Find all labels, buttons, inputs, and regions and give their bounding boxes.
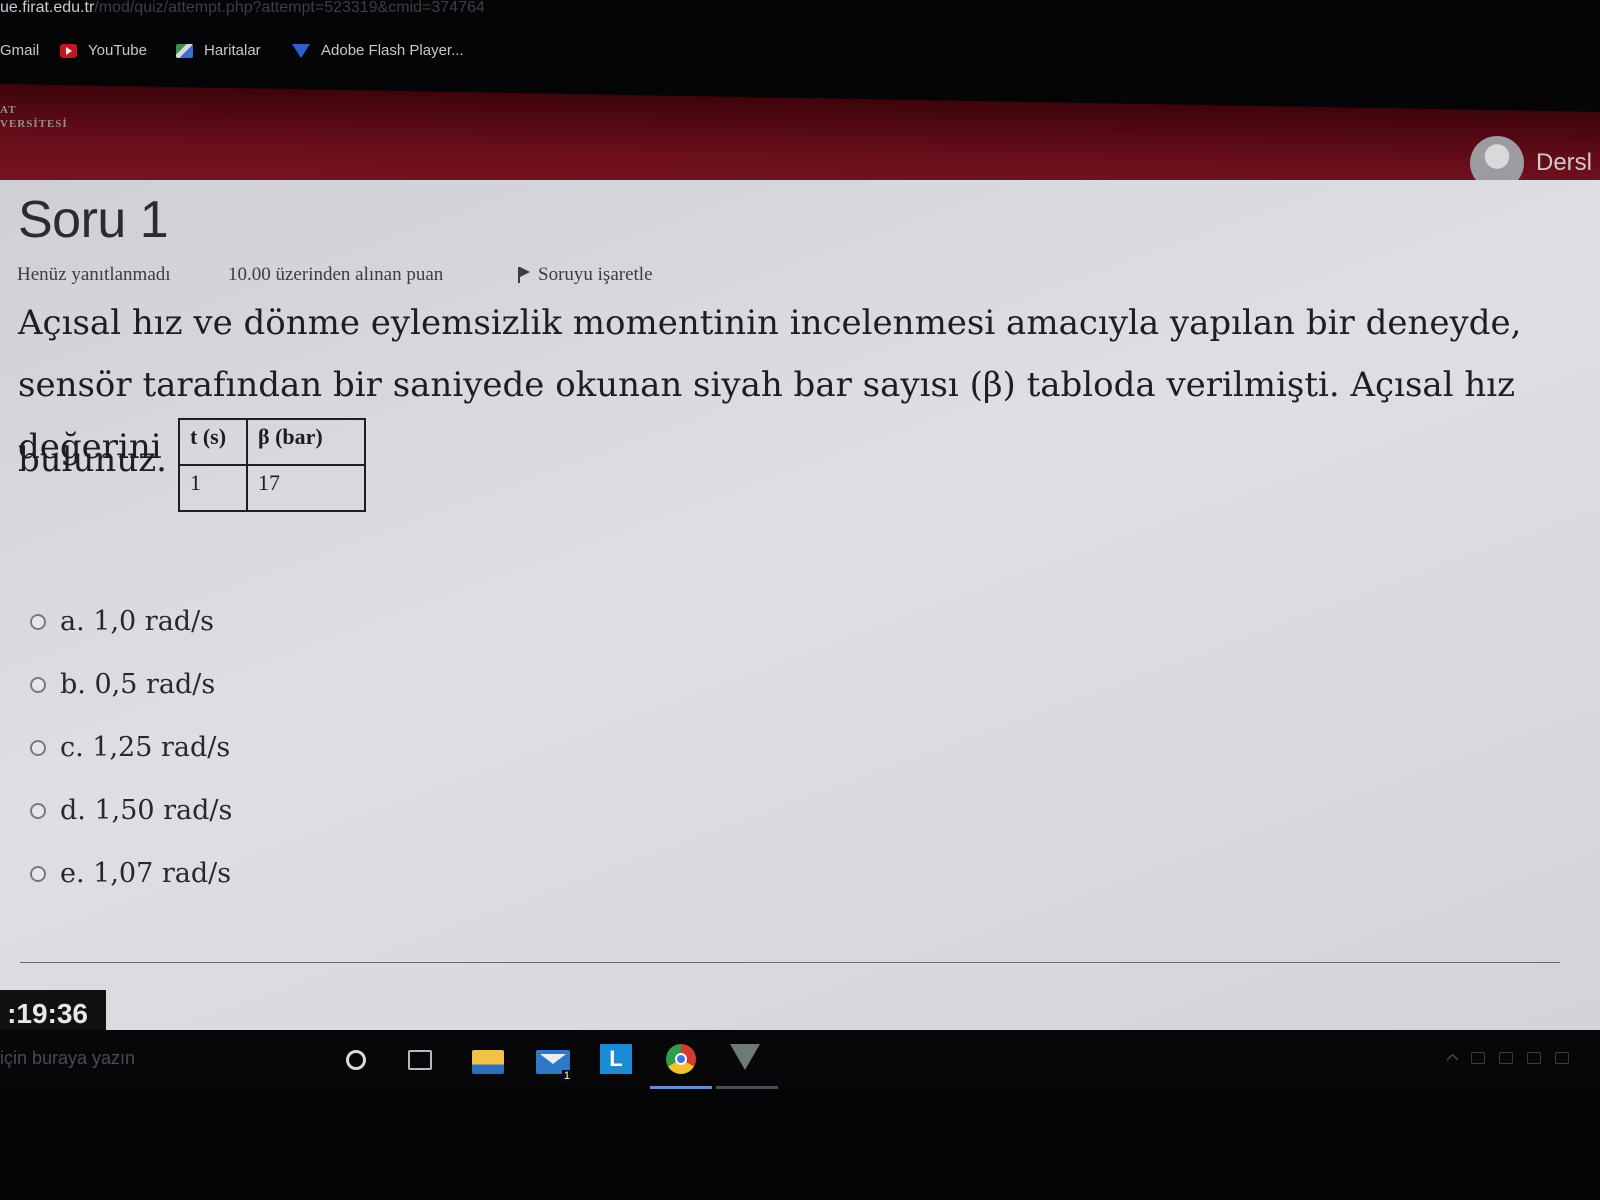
- youtube-icon: [60, 43, 77, 58]
- answer-option-a[interactable]: a. 1,0 rad/s: [30, 590, 232, 653]
- flag-icon: [518, 267, 530, 283]
- answer-label: d. 1,50 rad/s: [60, 795, 233, 826]
- maps-icon: [176, 43, 193, 58]
- radio-button[interactable]: [30, 613, 46, 630]
- logo-line: VERSİTESİ: [0, 118, 68, 130]
- quiz-content: Soru 1 Henüz yanıtlanmadı 10.00 üzerinde…: [0, 180, 1600, 1040]
- l-app-icon[interactable]: L: [600, 1044, 632, 1074]
- answer-label: a. 1,0 rad/s: [60, 606, 215, 637]
- flag-question-link[interactable]: Soruyu işaretle: [518, 264, 653, 286]
- bookmark-flash[interactable]: Adobe Flash Player...: [292, 42, 464, 59]
- divider: [20, 962, 1560, 963]
- table-cell: 1: [178, 464, 248, 512]
- user-menu-label[interactable]: Dersl: [1536, 149, 1592, 177]
- logo-line: AT: [0, 104, 17, 116]
- bookmark-label: Gmail: [0, 42, 40, 59]
- table-cell: 17: [246, 464, 366, 512]
- network-icon[interactable]: [1527, 1052, 1541, 1064]
- taskbar-search-input[interactable]: için buraya yazın: [0, 1048, 135, 1069]
- v-app-active-indicator: [716, 1086, 778, 1089]
- answer-list: a. 1,0 rad/s b. 0,5 rad/s c. 1,25 rad/s …: [30, 590, 232, 905]
- bookmark-label: Adobe Flash Player...: [321, 42, 464, 59]
- bookmark-gmail[interactable]: Gmail: [0, 42, 39, 59]
- question-text-end: bulunuz.: [18, 440, 167, 480]
- radio-button[interactable]: [30, 739, 46, 756]
- bookmark-label: Haritalar: [204, 42, 261, 59]
- radio-button[interactable]: [30, 802, 46, 819]
- data-table: t (s) β (bar) 1 17: [178, 418, 366, 512]
- radio-button[interactable]: [30, 676, 46, 693]
- volume-icon[interactable]: [1555, 1052, 1569, 1064]
- url-path: /mod/quiz/attempt.php?attempt=523319&cmi…: [94, 0, 485, 16]
- task-view-icon[interactable]: [408, 1050, 432, 1070]
- flag-question-label: Soruyu işaretle: [538, 264, 653, 285]
- mail-badge: 1: [561, 1070, 572, 1082]
- question-points: 10.00 üzerinden alınan puan: [228, 264, 444, 285]
- chrome-icon[interactable]: [666, 1044, 696, 1074]
- table-header: t (s): [178, 418, 248, 466]
- answer-label: b. 0,5 rad/s: [60, 669, 216, 700]
- chrome-active-indicator: [650, 1086, 712, 1089]
- bookmark-youtube[interactable]: YouTube: [60, 42, 147, 59]
- bookmark-label: YouTube: [88, 42, 147, 59]
- question-title: Soru 1: [18, 191, 169, 249]
- answer-option-b[interactable]: b. 0,5 rad/s: [30, 653, 232, 716]
- university-logo[interactable]: AT VERSİTESİ: [0, 103, 80, 131]
- table-header-row: t (s) β (bar): [178, 418, 366, 466]
- file-explorer-icon[interactable]: [472, 1050, 504, 1074]
- tray-app-icon[interactable]: [1471, 1052, 1485, 1064]
- table-header: β (bar): [246, 418, 366, 466]
- bookmarks-bar: Gmail YouTube Haritalar Adobe Flash Play…: [0, 34, 1600, 74]
- url-host: ue.firat.edu.tr: [0, 0, 95, 16]
- bookmark-haritalar[interactable]: Haritalar: [176, 42, 261, 59]
- radio-button[interactable]: [30, 865, 46, 882]
- system-tray: [1446, 1052, 1569, 1066]
- v-app-icon[interactable]: [730, 1044, 760, 1074]
- address-bar[interactable]: ue.firat.edu.tr/mod/quiz/attempt.php?att…: [0, 0, 1600, 30]
- answer-label: c. 1,25 rad/s: [60, 732, 231, 763]
- battery-icon[interactable]: [1499, 1052, 1513, 1064]
- answer-option-e[interactable]: e. 1,07 rad/s: [30, 842, 232, 905]
- question-status: Henüz yanıtlanmadı: [17, 264, 171, 285]
- mail-icon[interactable]: 1: [536, 1050, 572, 1082]
- table-row: 1 17: [178, 464, 366, 512]
- answer-option-d[interactable]: d. 1,50 rad/s: [30, 779, 232, 842]
- answer-option-c[interactable]: c. 1,25 rad/s: [30, 716, 232, 779]
- taskbar: için buraya yazın 1 L: [0, 1030, 1600, 1090]
- chevron-up-icon[interactable]: [1446, 1053, 1459, 1066]
- cortana-icon[interactable]: [346, 1050, 366, 1070]
- answer-label: e. 1,07 rad/s: [60, 858, 232, 889]
- flash-icon: [292, 43, 310, 58]
